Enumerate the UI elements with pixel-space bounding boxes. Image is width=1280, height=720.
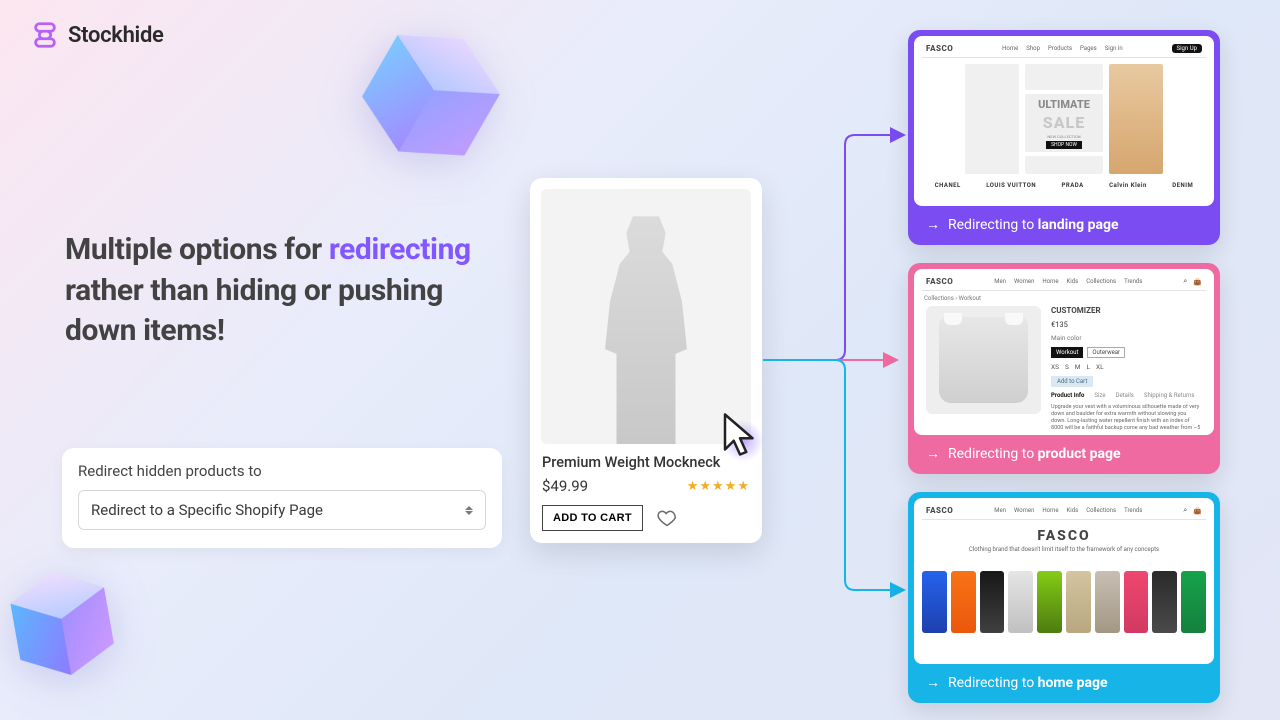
bag-icon: 👜	[1193, 507, 1202, 515]
brand-logo: Stockhide	[30, 20, 164, 50]
product-price: $49.99	[542, 477, 588, 495]
home-page-preview: FASCO MenWomenHomeKidsCollectionsTrends …	[914, 498, 1214, 664]
decorative-cube-icon	[345, 9, 516, 185]
bag-icon: 👜	[1193, 278, 1202, 286]
redirect-target-home: FASCO MenWomenHomeKidsCollectionsTrends …	[908, 492, 1220, 703]
arrow-right-icon: →	[926, 216, 940, 233]
redirect-target-landing: FASCO HomeShopProductsPagesSign in Sign …	[908, 30, 1220, 245]
heart-icon[interactable]	[657, 508, 677, 528]
star-rating-icon: ★★★★★	[687, 479, 750, 494]
product-title: Premium Weight Mockneck	[542, 454, 750, 471]
redirect-destination: product page	[1038, 446, 1121, 462]
landing-page-preview: FASCO HomeShopProductsPagesSign in Sign …	[914, 36, 1214, 206]
redirect-prefix: Redirecting to	[948, 217, 1038, 233]
headline-accent: redirecting	[329, 232, 471, 267]
product-image	[541, 189, 751, 444]
settings-label: Redirect hidden products to	[78, 462, 486, 480]
redirect-destination: landing page	[1038, 217, 1119, 233]
decorative-cube-icon	[6, 564, 118, 688]
arrow-right-icon: →	[926, 674, 940, 691]
mock-store-brand: FASCO	[926, 44, 953, 53]
headline-part2: rather than hiding or pushing down items…	[65, 273, 443, 349]
search-icon: ⌕	[1183, 277, 1187, 286]
select-value: Redirect to a Specific Shopify Page	[91, 501, 323, 519]
headline: Multiple options for redirecting rather …	[65, 230, 505, 352]
redirect-prefix: Redirecting to	[948, 675, 1038, 691]
search-icon: ⌕	[1183, 506, 1187, 515]
add-to-cart-button[interactable]: ADD TO CART	[542, 505, 643, 531]
arrow-right-icon: →	[926, 445, 940, 462]
product-page-preview: FASCO MenWomenHomeKidsCollectionsTrends …	[914, 269, 1214, 435]
redirect-select[interactable]: Redirect to a Specific Shopify Page	[78, 490, 486, 530]
redirect-settings-card: Redirect hidden products to Redirect to …	[62, 448, 502, 548]
brand-logo-icon	[30, 20, 60, 50]
redirect-target-product: FASCO MenWomenHomeKidsCollectionsTrends …	[908, 263, 1220, 474]
product-card: Premium Weight Mockneck $49.99 ★★★★★ ADD…	[530, 178, 762, 543]
pdp-image	[926, 306, 1041, 414]
headline-part1: Multiple options for	[65, 232, 329, 267]
cursor-icon	[720, 412, 760, 466]
chevron-updown-icon	[465, 506, 473, 515]
brand-name: Stockhide	[68, 23, 164, 48]
redirect-destination: home page	[1038, 675, 1108, 691]
redirect-prefix: Redirecting to	[948, 446, 1038, 462]
